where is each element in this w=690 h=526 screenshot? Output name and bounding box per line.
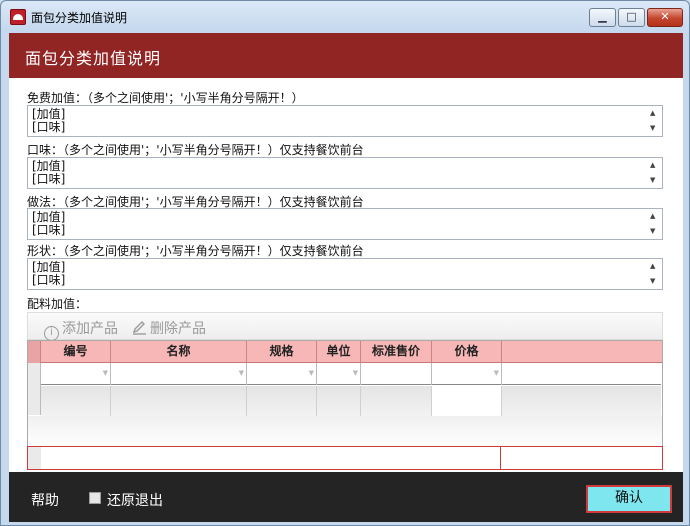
ingredients-toolbar: i 添加产品 删除产品 [27, 312, 663, 341]
column-header-name[interactable]: 名称 [111, 341, 247, 363]
cell-price[interactable]: ▼ [432, 363, 502, 385]
scroll-down-icon[interactable]: ▼ [650, 227, 655, 235]
summary-row-indicator [28, 447, 41, 469]
cell-name[interactable]: ▼ [111, 363, 247, 385]
grid-summary-row [27, 446, 663, 470]
restore-exit-checkbox[interactable] [89, 492, 101, 504]
form-body: 免费加值：（多个之间使用'；'小写半角分号隔开！） [加值] [口味] ▲ ▼ … [9, 78, 683, 472]
minimize-button[interactable]: ▁ [589, 8, 616, 27]
add-product-label: 添加产品 [62, 321, 118, 337]
confirm-button[interactable]: 确认 [586, 485, 672, 513]
cell-placeholder [111, 386, 247, 416]
scroll-down-icon[interactable]: ▼ [650, 176, 655, 184]
method-textarea[interactable]: [加值] [口味] ▲ ▼ [27, 208, 663, 240]
cell-standard-price[interactable] [361, 363, 432, 385]
cell-unit[interactable]: ▼ [317, 363, 361, 385]
cell-placeholder [317, 386, 361, 416]
app-icon [10, 9, 26, 25]
close-button[interactable]: ✕ [647, 8, 683, 27]
flavor-label: 口味：（多个之间使用'；'小写半角分号隔开！）仅支持餐饮前台 [27, 143, 364, 157]
dialog-window: 面包分类加值说明 ▁ □ ✕ 面包分类加值说明 免费加值：（多个之间使用'；'小… [0, 0, 690, 526]
grid-empty-area [28, 416, 662, 448]
scroll-down-icon[interactable]: ▼ [650, 277, 655, 285]
flavor-value: [加值] [口味] [32, 159, 66, 186]
flavor-scrollbar[interactable]: ▲ ▼ [646, 158, 662, 188]
add-product-button[interactable]: i 添加产品 [44, 318, 118, 341]
column-header-spec[interactable]: 规格 [247, 341, 317, 363]
row-indicator[interactable] [28, 363, 41, 415]
chevron-down-icon[interactable]: ▼ [103, 369, 108, 377]
table-row[interactable]: ▼ ▼ ▼ ▼ ▼ [41, 363, 661, 385]
cell-placeholder [432, 386, 502, 416]
shape-textarea[interactable]: [加值] [口味] ▲ ▼ [27, 258, 663, 290]
ingredients-grid: 编号 名称 规格 单位 标准售价 价格 ▼ ▼ ▼ ▼ ▼ [27, 340, 663, 470]
column-header-unit[interactable]: 单位 [317, 341, 361, 363]
pencil-icon [132, 321, 146, 335]
chevron-down-icon[interactable]: ▼ [494, 369, 499, 377]
minimize-icon: ▁ [598, 10, 607, 23]
row-indicator-header [28, 341, 41, 363]
cell-placeholder [41, 386, 111, 416]
method-value: [加值] [口味] [32, 210, 66, 237]
close-icon: ✕ [660, 10, 670, 23]
cell-placeholder [361, 386, 432, 416]
column-header-code[interactable]: 编号 [41, 341, 111, 363]
window-title: 面包分类加值说明 [31, 11, 128, 25]
help-link[interactable]: 帮助 [31, 490, 59, 510]
add-icon: i [44, 326, 59, 341]
restore-exit-label[interactable]: 还原退出 [107, 490, 163, 510]
scroll-up-icon[interactable]: ▲ [650, 212, 655, 220]
free-addon-value: [加值] [口味] [32, 107, 66, 134]
method-scrollbar[interactable]: ▲ ▼ [646, 209, 662, 239]
ingredients-label: 配料加值： [27, 297, 88, 311]
shape-scrollbar[interactable]: ▲ ▼ [646, 259, 662, 289]
summary-divider [500, 447, 501, 469]
cell-spec[interactable]: ▼ [247, 363, 317, 385]
shape-label: 形状：（多个之间使用'；'小写半角分号隔开！）仅支持餐饮前台 [27, 244, 364, 258]
header-band: 面包分类加值说明 [9, 33, 683, 78]
cell-code[interactable]: ▼ [41, 363, 111, 385]
column-header-price[interactable]: 价格 [432, 341, 502, 363]
chevron-down-icon[interactable]: ▼ [239, 369, 244, 377]
flavor-textarea[interactable]: [加值] [口味] ▲ ▼ [27, 157, 663, 189]
scroll-up-icon[interactable]: ▲ [650, 262, 655, 270]
cell-placeholder [247, 386, 317, 416]
title-bar: 面包分类加值说明 ▁ □ ✕ [1, 1, 689, 32]
free-addon-textarea[interactable]: [加值] [口味] ▲ ▼ [27, 105, 663, 137]
free-addon-scrollbar[interactable]: ▲ ▼ [646, 106, 662, 136]
scroll-up-icon[interactable]: ▲ [650, 161, 655, 169]
chevron-down-icon[interactable]: ▼ [353, 369, 358, 377]
shape-value: [加值] [口味] [32, 260, 66, 287]
delete-product-label: 删除产品 [150, 321, 206, 337]
free-addon-label: 免费加值：（多个之间使用'；'小写半角分号隔开！） [27, 91, 304, 105]
scroll-up-icon[interactable]: ▲ [650, 109, 655, 117]
table-row-placeholder [41, 386, 661, 416]
maximize-icon: □ [626, 10, 637, 23]
footer-bar: 帮助 还原退出 确认 [9, 472, 683, 522]
scroll-down-icon[interactable]: ▼ [650, 124, 655, 132]
maximize-button[interactable]: □ [618, 8, 645, 27]
column-header-standard-price[interactable]: 标准售价 [361, 341, 432, 363]
chevron-down-icon[interactable]: ▼ [309, 369, 314, 377]
page-title: 面包分类加值说明 [25, 49, 162, 68]
grid-header: 编号 名称 规格 单位 标准售价 价格 [28, 341, 662, 363]
delete-product-button[interactable]: 删除产品 [132, 318, 206, 338]
